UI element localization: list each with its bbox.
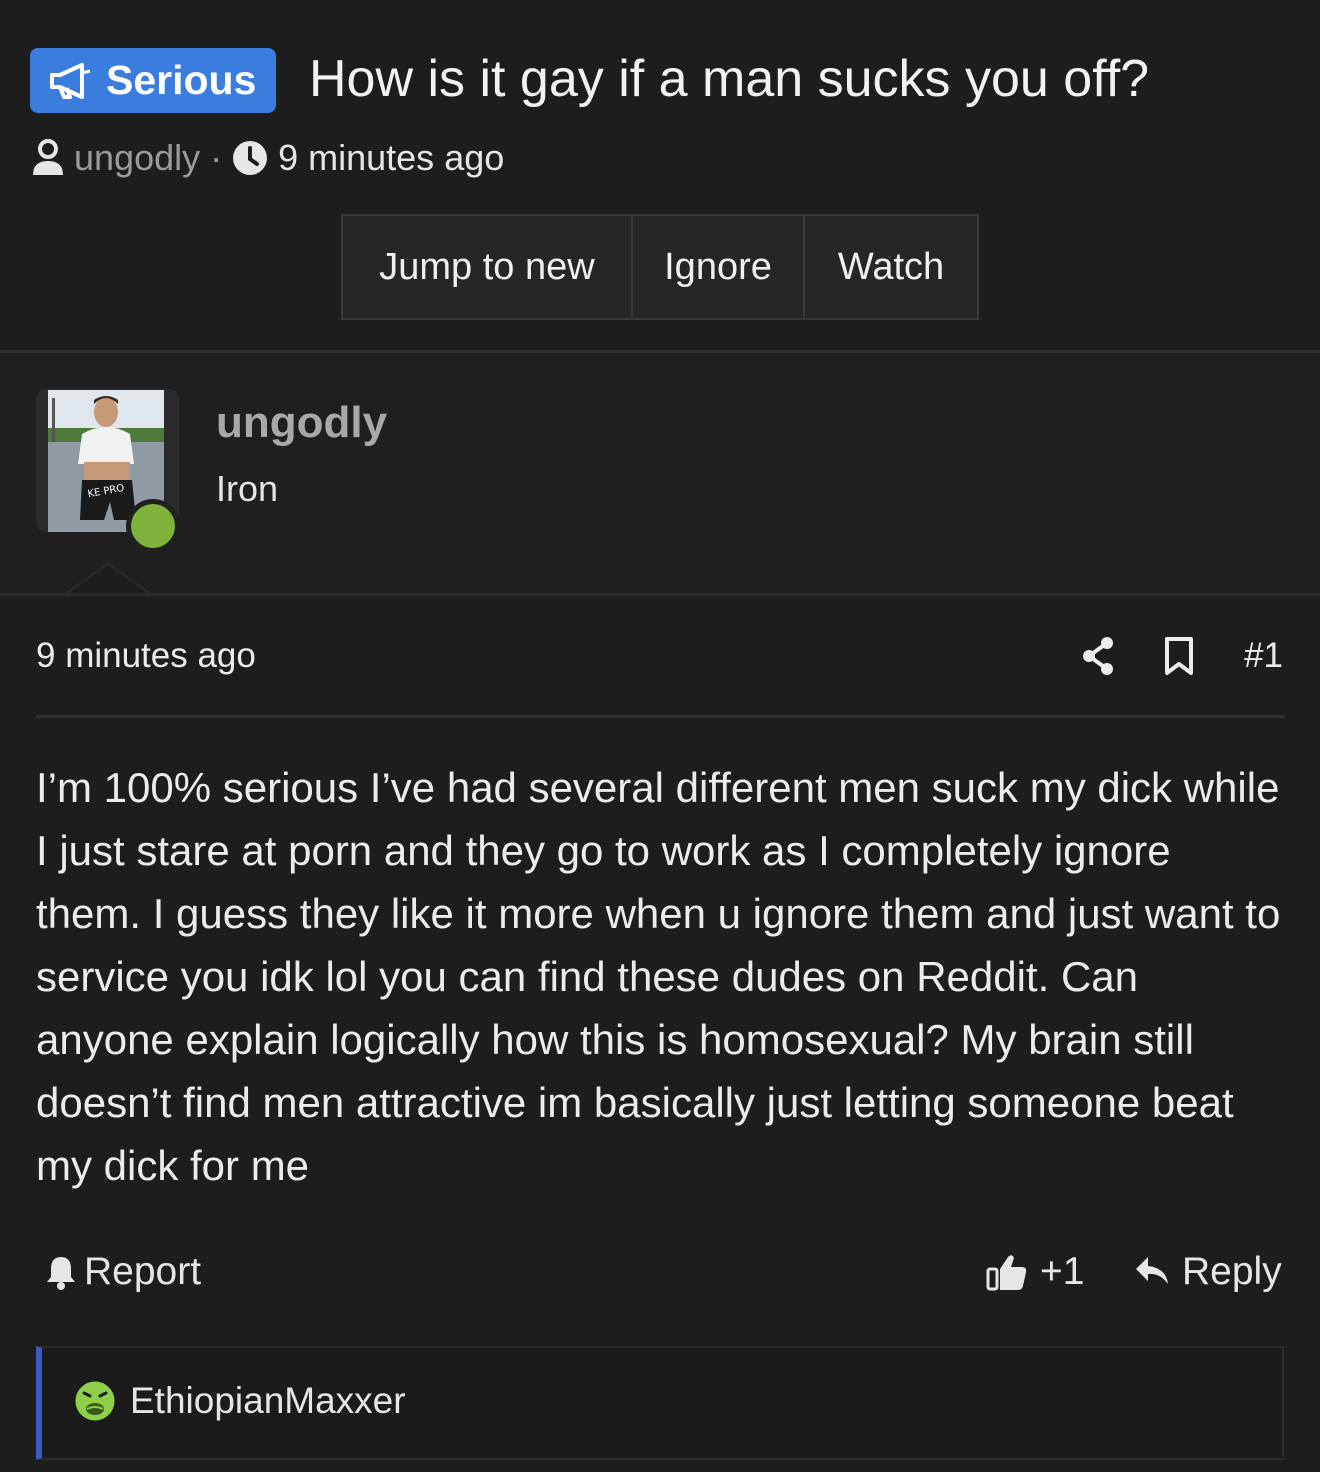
user-icon: [33, 139, 63, 175]
report-button[interactable]: Report: [44, 1250, 201, 1294]
nauseated-face-icon: [72, 1378, 118, 1424]
ignore-button[interactable]: Ignore: [633, 216, 805, 318]
post-user-panel: [0, 353, 1320, 594]
meta-separator: ·: [210, 137, 223, 178]
reply-button[interactable]: Reply: [1134, 1250, 1282, 1294]
like-button[interactable]: +1: [986, 1250, 1084, 1294]
thread-title: How is it gay if a man sucks you off?: [309, 50, 1150, 108]
thread-prefix-badge[interactable]: Serious: [30, 48, 277, 113]
report-label: Report: [84, 1250, 202, 1293]
user-panel-divider: [0, 593, 1320, 596]
quote-author-name[interactable]: EthiopianMaxxer: [130, 1380, 406, 1422]
thread-meta: ungodly · 9 minutes ago: [30, 136, 504, 180]
post-body-text: I’m 100% serious I’ve had several differ…: [36, 764, 1281, 1189]
post-header-divider: [36, 715, 1285, 718]
post-username[interactable]: ungodly: [216, 398, 387, 448]
reply-icon: [1136, 1257, 1168, 1284]
megaphone-icon: [50, 62, 91, 99]
share-icon[interactable]: [1080, 636, 1116, 681]
quote-author: EthiopianMaxxer: [72, 1378, 406, 1424]
bookmark-icon[interactable]: [1162, 636, 1196, 681]
like-count: +1: [1040, 1250, 1085, 1293]
message-arrow-inner: [66, 565, 150, 595]
watch-button[interactable]: Watch: [805, 216, 977, 318]
clock-icon: [233, 141, 268, 175]
online-status-indicator: [126, 499, 180, 553]
user-rank-title: Iron: [216, 468, 279, 509]
post-number-link[interactable]: #1: [1244, 636, 1283, 676]
post-time[interactable]: 9 minutes ago: [36, 636, 256, 676]
thread-action-buttons: Jump to new Ignore Watch: [341, 214, 979, 320]
reply-label: Reply: [1182, 1250, 1282, 1293]
bell-icon: [47, 1257, 75, 1290]
thread-prefix-label: Serious: [106, 57, 257, 103]
thumbs-up-icon: [986, 1255, 1027, 1291]
jump-to-new-button[interactable]: Jump to new: [343, 216, 633, 318]
thread-time[interactable]: 9 minutes ago: [278, 137, 504, 179]
thread-author-link[interactable]: ungodly: [74, 137, 200, 179]
